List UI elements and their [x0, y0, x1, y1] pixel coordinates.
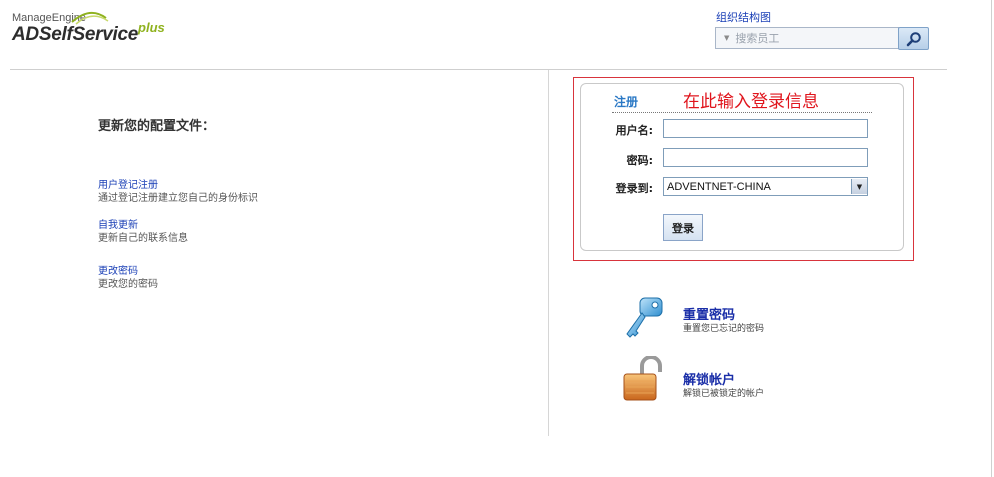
domain-selected-value: ADVENTNET-CHINA — [667, 180, 771, 193]
search-dropdown-caret-icon[interactable]: ▼ — [724, 34, 729, 42]
logo-product: ADSelfService — [12, 24, 139, 45]
username-field[interactable] — [663, 119, 868, 138]
username-label: 用户名: — [615, 124, 653, 137]
magnifier-icon — [906, 31, 921, 46]
login-button[interactable]: 登录 — [663, 214, 703, 241]
profile-section-title: 更新您的配置文件： — [98, 119, 216, 134]
password-label: 密码: — [626, 154, 653, 167]
padlock-icon[interactable] — [620, 356, 666, 404]
reset-password-desc: 重置您已忘记的密码 — [683, 324, 765, 334]
unlock-account-desc: 解锁已被锁定的帐户 — [683, 389, 765, 399]
self-update-desc: 更新自己的联系信息 — [98, 233, 188, 244]
search-button[interactable] — [898, 27, 929, 50]
annotation-text: 在此输入登录信息 — [683, 92, 819, 112]
domain-select[interactable]: ADVENTNET-CHINA ▼ — [663, 177, 868, 196]
tab-underline — [612, 112, 872, 113]
tab-register[interactable]: 注册 — [614, 93, 638, 110]
domain-label: 登录到: — [615, 182, 653, 195]
column-divider — [548, 70, 549, 436]
change-password-desc: 更改您的密码 — [98, 279, 158, 290]
logo-swoosh-icon — [71, 11, 109, 25]
page-edge — [991, 0, 992, 477]
header-divider — [10, 69, 947, 70]
key-icon[interactable] — [622, 296, 666, 346]
logo: ManageEngine ADSelfServiceplus — [12, 11, 165, 46]
password-field[interactable] — [663, 148, 868, 167]
enrollment-desc: 通过登记注册建立您自己的身份标识 — [98, 193, 258, 204]
chevron-down-icon[interactable]: ▼ — [851, 179, 867, 194]
logo-suffix: plus — [138, 20, 165, 35]
search-placeholder: 搜索员工 — [735, 32, 780, 45]
employee-search-input[interactable]: ▼ 搜索员工 — [715, 27, 899, 49]
org-chart-link[interactable]: 组织结构图 — [716, 9, 771, 25]
